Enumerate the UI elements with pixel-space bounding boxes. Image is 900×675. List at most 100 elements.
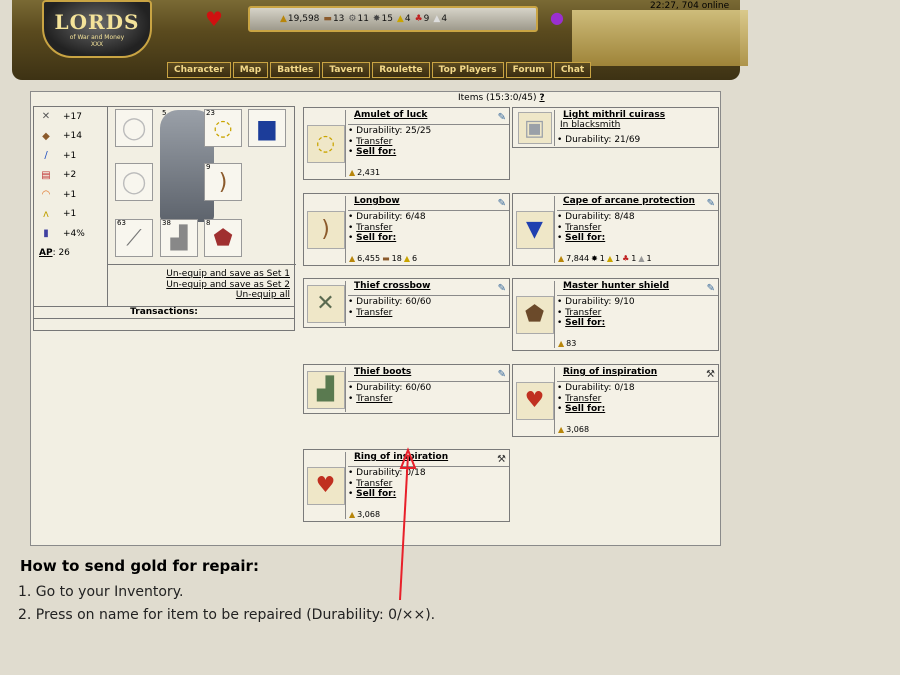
cape-icon[interactable]: ▼ (515, 210, 554, 249)
durability: Durability: 0/18 (348, 468, 425, 479)
gem-icon: ♣ (622, 254, 630, 263)
repair-icon[interactable]: ✎ (498, 198, 506, 209)
hammer-icon[interactable]: ⚒ (706, 369, 715, 380)
ap-link[interactable]: AP (39, 248, 53, 258)
set-links: Un-equip and save as Set 1 Un-equip and … (166, 269, 290, 301)
amulet-slot[interactable]: 23 ◌ (204, 109, 242, 147)
heart-icon[interactable]: ♥ (203, 8, 225, 30)
sell-link[interactable]: Sell for: (565, 404, 605, 414)
bow-slot[interactable]: 9) (204, 163, 242, 201)
item-card: ▣ Light mithril cuirass In blacksmith Du… (512, 107, 719, 148)
howto-title: How to send gold for repair: (20, 557, 259, 575)
sell-link[interactable]: Sell for: (565, 318, 605, 328)
iron-icon: ⚙ (348, 14, 357, 24)
ring-icon[interactable]: ♥ (306, 466, 345, 505)
howto-step-2: 2. Press on name for item to be repaired… (18, 607, 436, 623)
crossbow-icon[interactable]: ✕ (306, 284, 345, 323)
gem-icon: ♣ (414, 14, 423, 24)
defense-icon: ◆ (42, 130, 50, 142)
luck-icon: ◠ (41, 189, 51, 201)
repair-icon[interactable]: ✎ (498, 369, 506, 380)
item-name[interactable]: Ring of inspiration (563, 367, 657, 377)
item-name[interactable]: Ring of inspiration (354, 452, 448, 462)
inventory-panel: Items (15:3:0/45) ? ✕ +17 ◆ +14 /+1 ▤ +2 ◠ +… (30, 91, 721, 546)
resource-crystal: ▲ 4 (433, 14, 448, 24)
ring-slot-2[interactable]: ◯ (115, 163, 153, 201)
shield-icon[interactable]: ⬟ (515, 295, 554, 334)
ring-slot-1[interactable]: ◯ (115, 109, 153, 147)
stats-list: ✕ +17 ◆ +14 /+1 ▤ +2 ◠ +1 ʌ +1 ▮ +4% AP: 26 (34, 107, 108, 307)
sell-link[interactable]: Sell for: (356, 489, 396, 499)
repair-icon[interactable]: ✎ (498, 112, 506, 123)
nav-battles[interactable]: Battles (270, 62, 321, 78)
potion-icon[interactable]: ● (547, 8, 567, 30)
nav-chat[interactable]: Chat (553, 62, 592, 78)
help-link[interactable]: ? (539, 93, 544, 103)
gold-icon: ▲ (349, 168, 356, 177)
sell-price: ▲ 2,431 (349, 168, 381, 177)
nav-map[interactable]: Map (232, 62, 269, 78)
boots-icon[interactable]: ▟ (306, 370, 345, 409)
item-name[interactable]: Amulet of luck (354, 110, 427, 120)
transfer-link[interactable]: Transfer (565, 394, 601, 404)
repair-icon[interactable]: ✎ (707, 283, 715, 294)
repair-icon[interactable]: ✎ (498, 283, 506, 294)
gold-icon: ▲ (558, 425, 565, 434)
shield-slot[interactable]: 8 ⬟ (204, 219, 242, 257)
transfer-link[interactable]: Transfer (356, 308, 392, 318)
transfer-link[interactable]: Transfer (356, 137, 392, 147)
transfer-link[interactable]: Transfer (356, 479, 392, 489)
resource-bar: ▲ 19,598 ▬ 13 ⚙ 11 ✸ 15 ▲ 4 ♣ 9 ▲ 4 (248, 6, 538, 32)
amulet-icon[interactable]: ◌ (306, 124, 345, 163)
server-clock: 22:27, 704 online (650, 1, 730, 11)
ring-icon: ◯ (121, 115, 147, 141)
gold-icon: ▲ (280, 14, 287, 24)
bow-icon: ) (218, 169, 228, 195)
logo-mark: XXX (90, 41, 104, 48)
sword-icon: ⟋ (126, 225, 142, 251)
sell-link[interactable]: Sell for: (356, 233, 396, 243)
book-slot[interactable]: ▆ (248, 109, 286, 147)
nav-forum[interactable]: Forum (505, 62, 552, 78)
item-name[interactable]: Light mithril cuirass (563, 110, 665, 120)
transactions-box: Transactions: (33, 306, 295, 331)
unequip-set1-link[interactable]: Un-equip and save as Set 1 (166, 269, 290, 279)
item-name[interactable]: Thief crossbow (354, 281, 430, 291)
gold-icon: ▲ (558, 254, 565, 263)
ring-icon: ◯ (121, 169, 147, 195)
boots-slot[interactable]: 38 ▟ (160, 219, 198, 257)
nav-top-players[interactable]: Top Players (431, 62, 504, 78)
game-logo[interactable]: LORDS of War and Money XXX (42, 0, 152, 58)
item-name[interactable]: Master hunter shield (563, 281, 669, 291)
transfer-link[interactable]: Transfer (356, 394, 392, 404)
sword-slot[interactable]: 63 ⟋ (115, 219, 153, 257)
helmet-slot[interactable]: 5 (160, 109, 196, 147)
ring-icon[interactable]: ♥ (515, 381, 554, 420)
stat-luck: ◠ +1 (34, 185, 107, 205)
transfer-link[interactable]: Transfer (356, 223, 392, 233)
transfer-link[interactable]: Transfer (565, 223, 601, 233)
logo-title: LORDS (54, 10, 140, 34)
cuirass-icon[interactable]: ▣ (517, 112, 552, 144)
nav-tavern[interactable]: Tavern (322, 62, 371, 78)
item-status-link[interactable]: In blacksmith (560, 120, 620, 130)
durability: Durability: 8/48 (557, 212, 634, 223)
sell-link[interactable]: Sell for: (356, 147, 396, 157)
repair-icon[interactable]: ✎ (707, 198, 715, 209)
unequip-all-link[interactable]: Un-equip all (236, 290, 290, 300)
stat-knowledge: ▤ +2 (34, 166, 107, 186)
item-name[interactable]: Longbow (354, 196, 400, 206)
nav-character[interactable]: Character (167, 62, 231, 78)
unequip-set2-link[interactable]: Un-equip and save as Set 2 (166, 280, 290, 290)
sell-price: ▲ 6,455 ▬ 18 ▲ 6 (349, 254, 418, 263)
item-name[interactable]: Thief boots (354, 367, 411, 377)
sell-link[interactable]: Sell for: (565, 233, 605, 243)
items-title: Items (15:3:0/45) ? (458, 93, 545, 103)
resource-iron: ⚙ 11 (348, 14, 369, 24)
bow-icon[interactable]: ) (306, 210, 345, 249)
crystal-icon: ▲ (433, 14, 441, 24)
item-name[interactable]: Cape of arcane protection (563, 196, 695, 206)
transfer-link[interactable]: Transfer (565, 308, 601, 318)
hammer-icon[interactable]: ⚒ (497, 454, 506, 465)
nav-roulette[interactable]: Roulette (372, 62, 430, 78)
